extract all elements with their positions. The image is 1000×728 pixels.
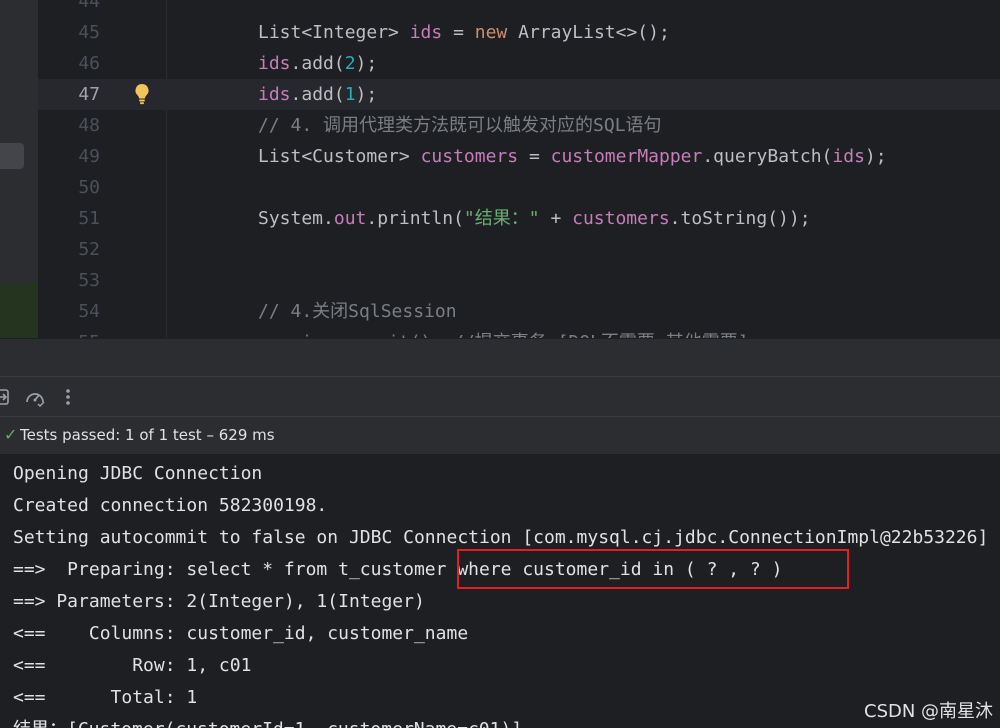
console-line: Created connection 582300198. [13,495,328,516]
code-token: ids [258,84,291,105]
code-token: ids [409,22,443,43]
console-line: Opening JDBC Connection [13,463,263,484]
code-line[interactable]: 47 ids.add(1); [38,79,1000,110]
code-token: out [333,208,367,229]
code-text: // 4. 调用代理类方法既可以触发对应的SQL语句 [258,110,662,141]
code-token: 2 [344,53,356,74]
code-editor[interactable]: 44 45 List<Integer> ids = new ArrayList<>(… [0,0,1000,338]
code-line[interactable]: 48 // 4. 调用代理类方法既可以触发对应的SQL语句 [38,110,1000,141]
line-number: 54 [78,301,100,322]
tests-passed-label: Tests passed: 1 of 1 test – 629 ms [20,426,275,444]
console-line: <== Row: 1, c01 [13,655,252,676]
code-text: System.out.println("结果：" + customers.toS… [258,203,811,234]
code-token: // 4.关闭SqlSession [258,301,457,322]
code-line[interactable]: 55 session.commit(); //提交事务 [DQL不需要,其他需要] [38,327,1000,338]
code-line[interactable]: 54 // 4.关闭SqlSession [38,296,1000,327]
code-token: .add( [290,53,345,74]
code-line[interactable]: 49 List<Customer> customers = customerMap… [38,141,1000,172]
run-toolbar [0,376,1000,417]
code-token: ); [355,84,378,105]
left-tool-strip [0,0,38,338]
code-token: = [518,146,551,167]
code-token: customerMapper [550,146,703,167]
test-status-bar: ✓ Tests passed: 1 of 1 test – 629 ms [0,416,1000,455]
code-token: customers [420,146,519,167]
code-token: 1 [344,84,356,105]
code-token: .toString()); [669,208,811,229]
line-number: 51 [78,208,100,229]
code-token: ids [258,53,291,74]
code-token: ); [355,53,378,74]
lightbulb-icon[interactable] [134,83,150,105]
code-token: // 4. 调用代理类方法既可以触发对应的SQL语句 [258,115,662,136]
code-token: .println( [366,208,464,229]
watermark: CSDN @南星沐 [864,701,994,722]
console-line: ==> Parameters: 2(Integer), 1(Integer) [13,591,425,612]
line-number: 44 [78,0,100,12]
code-token: .queryBatch( [702,146,833,167]
code-text: ids.add(2); [258,48,377,79]
code-token: ids [832,146,865,167]
code-token: System. [258,208,334,229]
line-number: 55 [38,327,100,338]
console-output[interactable]: Opening JDBC Connection Created connectio… [0,454,1000,728]
rerun-icon[interactable] [0,386,12,408]
console-line: 结果：[Customer(customerId=1, customerName=… [13,714,522,728]
speedometer-icon[interactable] [23,386,47,408]
code-line[interactable]: 46 ids.add(2); [38,48,1000,79]
code-text: // 4.关闭SqlSession [258,296,457,327]
gutter-change-marker [0,283,38,338]
check-icon: ✓ [4,425,18,444]
code-token: customers [572,208,670,229]
line-number: 47 [78,84,100,105]
code-line[interactable]: 50 [38,172,1000,203]
code-line[interactable]: 51 System.out.println("结果：" + customers.t… [38,203,1000,234]
code-token: ArrayList<>(); [507,22,670,43]
code-token: .add( [290,84,345,105]
more-icon[interactable] [60,386,76,408]
code-token: + [539,208,573,229]
line-number: 52 [78,239,100,260]
code-line[interactable]: 44 [38,0,1000,17]
code-line[interactable]: 45 List<Integer> ids = new ArrayList<>(); [38,17,1000,48]
line-number: 46 [78,53,100,74]
code-text: ids.add(1); [258,79,377,110]
code-token: ); [864,146,887,167]
console-line: <== Columns: customer_id, customer_name [13,623,469,644]
code-line[interactable]: 52 [38,234,1000,265]
code-token: = [442,22,475,43]
code-token: List<Integer> [258,22,410,43]
panel-separator [0,338,1000,377]
highlight-box [457,549,849,589]
console-line: <== Total: 1 [13,687,198,708]
code-token: List<Customer> [258,146,421,167]
code-token: new [474,22,508,43]
code-line[interactable]: 53 [38,265,1000,296]
line-number: 45 [78,22,100,43]
code-text: List<Customer> customers = customerMappe… [258,141,887,172]
line-number: 49 [78,146,100,167]
code-token: "结果：" [463,208,540,229]
line-number: 48 [78,115,100,136]
line-number: 50 [78,177,100,198]
code-text: session.commit(); //提交事务 [DQL不需要,其他需要] [258,327,749,338]
line-number: 53 [78,270,100,291]
code-text: List<Integer> ids = new ArrayList<>(); [258,17,670,48]
tool-strip-tab[interactable] [0,143,24,169]
